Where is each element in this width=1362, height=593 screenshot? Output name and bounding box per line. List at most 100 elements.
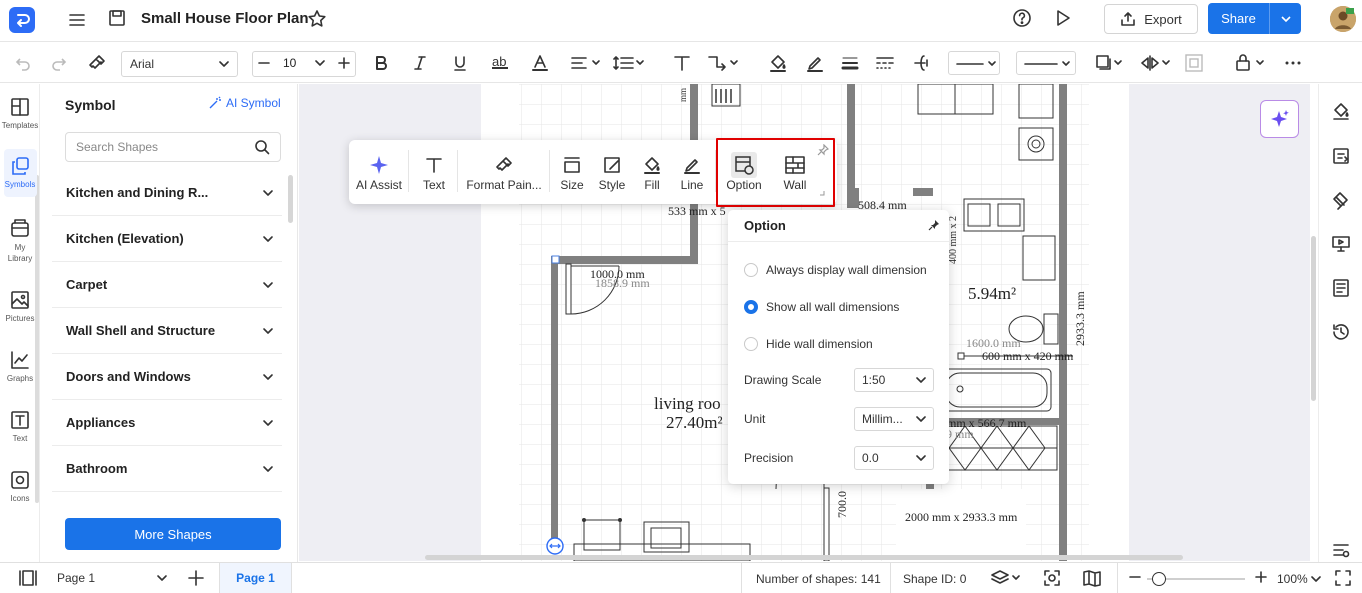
panel-scrollbar[interactable]	[288, 175, 293, 223]
page-setup-icon[interactable]	[1331, 146, 1351, 166]
app-logo-icon[interactable]	[9, 7, 35, 33]
radio-button[interactable]	[744, 337, 758, 351]
save-icon[interactable]	[108, 9, 126, 27]
rail-templates[interactable]: Templates	[0, 97, 40, 130]
format-painter-button[interactable]: Format Pain...	[463, 152, 545, 192]
flip-icon[interactable]	[1140, 53, 1172, 73]
category-appliances[interactable]: Appliances	[52, 400, 282, 446]
radio-hide[interactable]: Hide wall dimension	[744, 337, 873, 351]
text-tool-icon[interactable]	[672, 53, 692, 73]
text-button[interactable]: Text	[415, 152, 453, 192]
page-select[interactable]: Page 1	[48, 568, 173, 588]
italic-icon[interactable]	[411, 54, 429, 72]
fill-color-icon[interactable]	[768, 53, 788, 73]
line-dash-icon[interactable]	[875, 54, 895, 72]
zoom-slider-handle[interactable]	[1152, 572, 1166, 586]
line-color-icon[interactable]	[805, 53, 825, 73]
font-size-value[interactable]: 10	[283, 56, 296, 70]
dimension-label[interactable]: 1858.9 mm	[595, 276, 650, 291]
dimension-label[interactable]: 600 mm x 420 mm	[982, 349, 1073, 364]
add-page-icon[interactable]	[187, 569, 205, 587]
bold-icon[interactable]	[372, 54, 390, 72]
line-spacing-icon[interactable]	[612, 54, 646, 72]
font-color-icon[interactable]	[530, 53, 550, 73]
increase-size-icon[interactable]	[337, 56, 351, 70]
pin-icon[interactable]	[928, 219, 940, 231]
rail-icons[interactable]: Icons	[0, 470, 40, 503]
room-area-label[interactable]: 5.94m²	[968, 284, 1016, 304]
category-bathroom[interactable]: Bathroom	[52, 446, 282, 492]
notes-icon[interactable]	[1331, 278, 1351, 298]
arrow-style-icon[interactable]	[912, 53, 932, 73]
strikethrough-icon[interactable]: ab	[490, 53, 510, 73]
history-icon[interactable]	[1331, 322, 1351, 342]
radio-show-all[interactable]: Show all wall dimensions	[744, 300, 899, 314]
room-name-label[interactable]: living roo	[654, 394, 721, 414]
share-button[interactable]: Share	[1208, 3, 1301, 34]
unit-select[interactable]: Millim...	[854, 407, 934, 431]
dimension-label[interactable]: 2000 mm x 2933.3 mm	[905, 510, 1017, 525]
connector-icon[interactable]	[706, 53, 740, 73]
decrease-size-icon[interactable]	[257, 56, 271, 70]
line-weight-icon[interactable]	[841, 54, 859, 72]
more-shapes-button[interactable]: More Shapes	[65, 518, 281, 550]
category-carpet[interactable]: Carpet	[52, 262, 282, 308]
vertical-scrollbar[interactable]	[1311, 236, 1316, 401]
radio-button[interactable]	[744, 263, 758, 277]
lock-icon[interactable]	[1234, 53, 1266, 73]
share-dropdown-icon[interactable]	[1270, 13, 1301, 25]
precision-select[interactable]: 0.0	[854, 446, 934, 470]
undo-icon[interactable]	[14, 54, 32, 72]
line-button[interactable]: Line	[677, 152, 707, 192]
user-avatar[interactable]	[1330, 6, 1356, 32]
line-end-select[interactable]	[1016, 51, 1076, 75]
fit-page-icon[interactable]	[1043, 569, 1061, 587]
more-icon[interactable]	[1283, 53, 1303, 73]
category-doors-windows[interactable]: Doors and Windows	[52, 354, 282, 400]
export-button[interactable]: Export	[1104, 4, 1198, 34]
dimension-label[interactable]: 9 mm	[946, 427, 974, 442]
room-area-label[interactable]: 27.40m²	[666, 413, 723, 433]
settings-list-icon[interactable]	[1331, 540, 1351, 560]
size-button[interactable]: Size	[557, 152, 587, 192]
redo-icon[interactable]	[50, 54, 68, 72]
category-kitchen-dining[interactable]: Kitchen and Dining R...	[52, 170, 282, 216]
ai-assist-button[interactable]: AI Assist	[355, 152, 403, 192]
chevron-down-icon[interactable]	[315, 58, 325, 68]
category-wall-shell[interactable]: Wall Shell and Structure	[52, 308, 282, 354]
align-icon[interactable]	[570, 54, 602, 72]
font-family-select[interactable]: Arial	[121, 51, 238, 77]
theme-icon[interactable]	[1331, 191, 1351, 211]
radio-button[interactable]	[744, 300, 758, 314]
rail-pictures[interactable]: Pictures	[0, 290, 40, 323]
rail-symbols[interactable]: Symbols	[0, 156, 40, 189]
group-icon[interactable]	[1184, 53, 1204, 73]
category-kitchen-elevation[interactable]: Kitchen (Elevation)	[52, 216, 282, 262]
zoom-in-icon[interactable]	[1254, 570, 1268, 584]
drawing-scale-select[interactable]: 1:50	[854, 368, 934, 392]
style-button[interactable]: Style	[595, 152, 629, 192]
zoom-out-icon[interactable]	[1128, 570, 1142, 584]
fill-panel-icon[interactable]	[1331, 101, 1351, 121]
book-icon[interactable]	[1082, 569, 1102, 587]
rail-my-library[interactable]: My Library	[0, 218, 40, 264]
help-icon[interactable]	[1012, 8, 1032, 28]
zoom-select[interactable]: 100%	[1277, 572, 1321, 586]
ai-symbol-button[interactable]: AI Symbol	[208, 96, 281, 110]
page-panel-icon[interactable]	[19, 569, 37, 587]
ai-assistant-button[interactable]	[1260, 100, 1299, 138]
rail-text[interactable]: Text	[0, 410, 40, 443]
menu-icon[interactable]	[68, 11, 86, 29]
underline-icon[interactable]	[451, 54, 469, 72]
rail-graphs[interactable]: Graphs	[0, 350, 40, 383]
page-tab[interactable]: Page 1	[219, 563, 292, 593]
dimension-label[interactable]: 2933.3 mm	[1073, 291, 1088, 346]
layers-icon[interactable]	[990, 569, 1022, 587]
play-icon[interactable]	[1053, 8, 1073, 28]
dimension-label[interactable]: 700.0	[835, 491, 850, 518]
fill-button[interactable]: Fill	[639, 152, 665, 192]
document-title[interactable]: Small House Floor Plan	[141, 10, 309, 27]
radio-always-display[interactable]: Always display wall dimension	[744, 263, 927, 277]
format-painter-icon[interactable]	[87, 53, 107, 73]
presentation-icon[interactable]	[1331, 234, 1351, 254]
